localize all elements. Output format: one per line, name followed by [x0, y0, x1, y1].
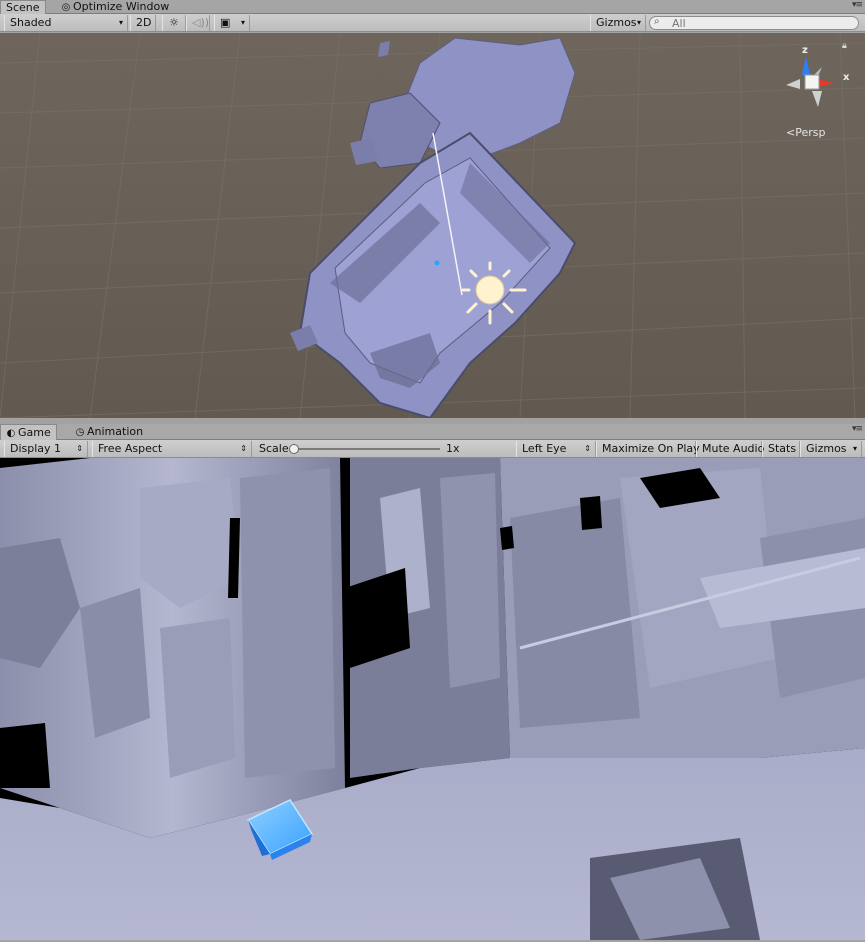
axis-x-label: x [843, 72, 850, 83]
game-gizmos-dropdown[interactable]: Gizmos ▾ [800, 441, 862, 457]
stats-label: Stats [768, 442, 797, 455]
scale-value: 1x [446, 442, 460, 455]
chevron-down-icon: ▾ [636, 18, 641, 27]
shading-mode-label: Shaded [10, 16, 52, 29]
scene-panel-menu-icon[interactable]: ▾≡ [852, 0, 863, 10]
scene-tab-bar: Scene ◎ Optimize Window ▾≡ [0, 0, 865, 15]
game-tab-bar: ◐ Game ◷ Animation ▾≡ [0, 424, 865, 440]
speaker-icon: ◁)) [192, 16, 210, 29]
pivot-point [434, 260, 440, 266]
projection-label: Persp [795, 126, 826, 139]
game-toolbar: Display 1 ⇕ Free Aspect ⇕ Scale 1x Left Ey… [0, 440, 865, 458]
optimize-window-icon: ◎ [61, 2, 71, 13]
scene-render [0, 33, 865, 418]
game-panel-menu-icon[interactable]: ▾≡ [852, 424, 863, 434]
mute-audio-toggle[interactable]: Mute Audio [696, 441, 765, 457]
scene-search-input[interactable] [672, 17, 852, 29]
tab-scene-label: Scene [6, 1, 40, 14]
aspect-label: Free Aspect [98, 442, 163, 455]
projection-toggle[interactable]: <Persp [786, 126, 825, 139]
chevron-down-icon: ▾ [118, 18, 123, 27]
eye-label: Left Eye [522, 442, 567, 455]
scene-toolbar: Shaded ▾ 2D ☼ ◁)) ▣ ▾ Gizmos ▾ ⌕ [0, 14, 865, 32]
chevron-down-icon: ⇕ [240, 444, 247, 453]
game-viewport[interactable] [0, 458, 865, 940]
orientation-gizmo[interactable] [778, 45, 850, 120]
sun-icon: ☼ [169, 16, 179, 29]
tab-scene[interactable]: Scene [0, 0, 46, 15]
scene-search[interactable]: ⌕ [649, 16, 859, 30]
mode-2d-button[interactable]: 2D [130, 15, 156, 31]
scale-slider-thumb[interactable] [289, 444, 299, 454]
chevron-down-icon: ⇕ [584, 444, 591, 453]
chevron-down-icon: ▾ [852, 444, 857, 453]
eye-dropdown[interactable]: Left Eye ⇕ [516, 441, 596, 457]
scene-gizmos-label: Gizmos [596, 16, 637, 29]
scene-audio-toggle[interactable]: ◁)) [186, 15, 210, 31]
tab-game[interactable]: ◐ Game [0, 424, 57, 440]
tab-animation-label: Animation [87, 425, 144, 438]
aspect-dropdown[interactable]: Free Aspect ⇕ [92, 441, 252, 457]
image-icon: ▣ [220, 16, 231, 29]
scale-label: Scale [259, 442, 289, 455]
display-label: Display 1 [10, 442, 62, 455]
mute-label: Mute Audio [702, 442, 765, 455]
scale-slider-track[interactable] [294, 448, 440, 450]
scene-lighting-toggle[interactable]: ☼ [162, 15, 186, 31]
game-controller-icon: ◐ [6, 428, 16, 439]
scene-gizmos-dropdown[interactable]: Gizmos ▾ [590, 15, 646, 31]
tab-optimize-label: Optimize Window [73, 0, 170, 13]
axis-z-label: z [802, 45, 808, 56]
maximize-on-play-toggle[interactable]: Maximize On Play [596, 441, 700, 457]
stats-toggle[interactable]: Stats [762, 441, 800, 457]
chevron-down-icon: ⇕ [76, 444, 83, 453]
game-render [0, 458, 865, 940]
tab-optimize-window[interactable]: ◎ Optimize Window [56, 0, 174, 14]
search-icon: ⌕ [654, 16, 660, 27]
gizmo-center-cube[interactable] [804, 74, 820, 90]
scene-effects-dropdown[interactable]: ▣ ▾ [214, 15, 250, 31]
perspective-icon: < [786, 126, 796, 139]
mode-2d-label: 2D [136, 16, 152, 29]
game-gizmos-label: Gizmos [806, 442, 847, 455]
tab-animation[interactable]: ◷ Animation [70, 424, 148, 440]
axis-z-cone[interactable] [802, 57, 810, 75]
chevron-down-icon: ▾ [240, 18, 245, 27]
tab-game-label: Game [18, 426, 51, 439]
lock-icon[interactable]: 🔒︎ [842, 41, 847, 51]
axis-x-cone[interactable] [818, 79, 834, 87]
scene-viewport[interactable]: z x 🔒︎ <Persp [0, 33, 865, 418]
maximize-label: Maximize On Play [602, 442, 700, 455]
shading-mode-dropdown[interactable]: Shaded ▾ [4, 15, 128, 31]
clock-icon: ◷ [75, 427, 85, 438]
display-dropdown[interactable]: Display 1 ⇕ [4, 441, 88, 457]
